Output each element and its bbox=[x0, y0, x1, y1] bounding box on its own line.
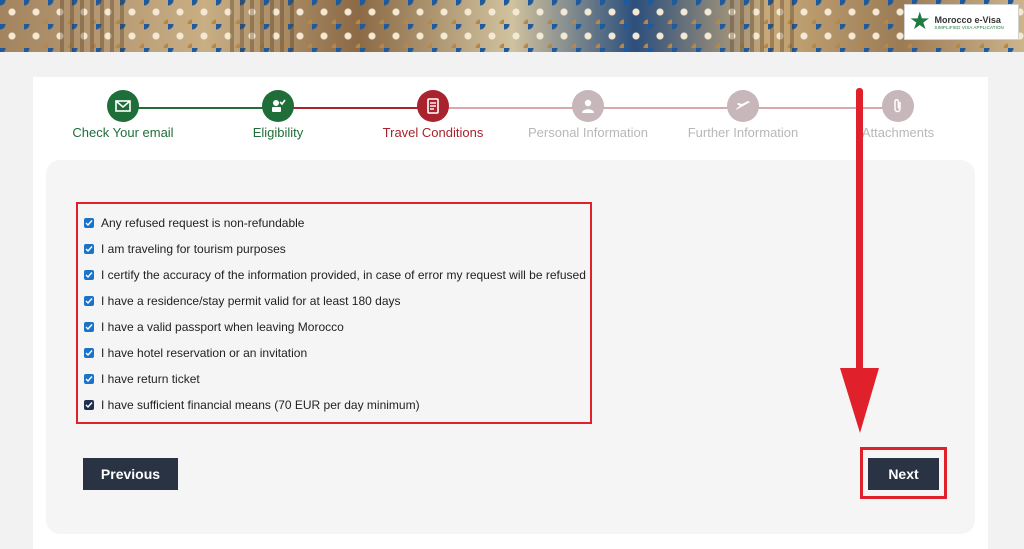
conditions-checklist: Any refused request is non-refundable I … bbox=[76, 202, 592, 424]
step-personal-information[interactable]: Personal Information bbox=[498, 90, 678, 140]
decorative-arch bbox=[730, 0, 800, 52]
person-icon bbox=[572, 90, 604, 122]
down-arrow-icon bbox=[840, 88, 879, 433]
envelope-icon bbox=[107, 90, 139, 122]
step-eligibility[interactable]: Eligibility bbox=[188, 90, 368, 140]
checkbox-checked[interactable] bbox=[84, 322, 94, 332]
brand-subtitle: SIMPLIFIED VISA APPLICATION bbox=[934, 24, 1004, 30]
checkbox-checked[interactable] bbox=[84, 374, 94, 384]
condition-label: I have a residence/stay permit valid for… bbox=[101, 294, 401, 308]
step-label: Further Information bbox=[687, 125, 799, 140]
step-attachments[interactable]: Attachments bbox=[808, 90, 988, 140]
condition-item[interactable]: I have sufficient financial means (70 EU… bbox=[78, 392, 590, 418]
condition-item[interactable]: I have a valid passport when leaving Mor… bbox=[78, 314, 590, 340]
step-label: Personal Information bbox=[528, 125, 648, 140]
next-button[interactable]: Next bbox=[868, 458, 939, 490]
condition-item[interactable]: I have return ticket bbox=[78, 366, 590, 392]
decorative-arch bbox=[230, 0, 300, 52]
checkbox-checked[interactable] bbox=[84, 270, 94, 280]
header-banner: ★ Morocco e-Visa SIMPLIFIED VISA APPLICA… bbox=[0, 0, 1024, 52]
step-label: Check Your email bbox=[72, 125, 174, 140]
checkbox-checked[interactable] bbox=[84, 296, 94, 306]
step-label: Attachments bbox=[861, 125, 935, 140]
step-label: Eligibility bbox=[252, 125, 304, 140]
condition-label: I certify the accuracy of the informatio… bbox=[101, 268, 586, 282]
condition-label: I have sufficient financial means (70 EU… bbox=[101, 398, 420, 412]
step-travel-conditions[interactable]: Travel Conditions bbox=[343, 90, 523, 140]
checkbox-checked[interactable] bbox=[84, 218, 94, 228]
step-label: Travel Conditions bbox=[382, 125, 484, 140]
condition-label: I have hotel reservation or an invitatio… bbox=[101, 346, 308, 360]
condition-item[interactable]: Any refused request is non-refundable bbox=[78, 210, 590, 236]
condition-label: I have a valid passport when leaving Mor… bbox=[101, 320, 344, 334]
travel-conditions-panel: Any refused request is non-refundable I … bbox=[46, 160, 975, 534]
eligibility-icon bbox=[262, 90, 294, 122]
plane-icon bbox=[727, 90, 759, 122]
condition-label: I have return ticket bbox=[101, 372, 200, 386]
checkbox-checked[interactable] bbox=[84, 400, 94, 410]
step-check-email[interactable]: Check Your email bbox=[33, 90, 213, 140]
brand-logo[interactable]: ★ Morocco e-Visa SIMPLIFIED VISA APPLICA… bbox=[904, 4, 1019, 40]
condition-item[interactable]: I certify the accuracy of the informatio… bbox=[78, 262, 590, 288]
previous-button[interactable]: Previous bbox=[83, 458, 178, 490]
paperclip-icon bbox=[882, 90, 914, 122]
brand-title: Morocco e-Visa bbox=[934, 14, 1001, 25]
condition-item[interactable]: I am traveling for tourism purposes bbox=[78, 236, 590, 262]
document-icon bbox=[417, 90, 449, 122]
condition-label: Any refused request is non-refundable bbox=[101, 216, 305, 230]
checkbox-checked[interactable] bbox=[84, 348, 94, 358]
decorative-arch bbox=[60, 0, 130, 52]
condition-item[interactable]: I have a residence/stay permit valid for… bbox=[78, 288, 590, 314]
step-further-information[interactable]: Further Information bbox=[653, 90, 833, 140]
star-icon: ★ bbox=[909, 8, 931, 35]
condition-label: I am traveling for tourism purposes bbox=[101, 242, 286, 256]
checkbox-checked[interactable] bbox=[84, 244, 94, 254]
condition-item[interactable]: I have hotel reservation or an invitatio… bbox=[78, 340, 590, 366]
